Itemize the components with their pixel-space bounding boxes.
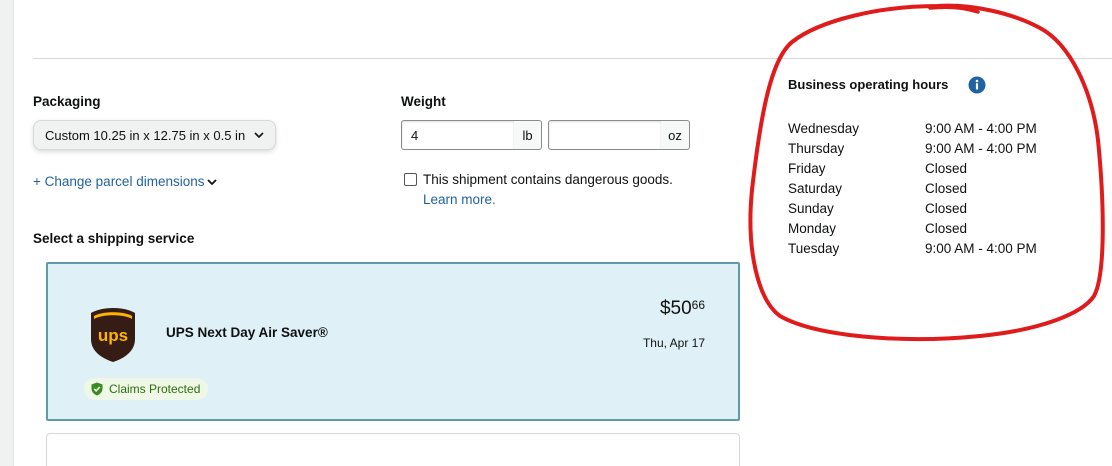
hours-value: Closed — [925, 220, 968, 236]
hours-day: Monday — [788, 220, 837, 236]
chevron-down-icon — [207, 178, 218, 185]
shipping-service-card[interactable] — [46, 433, 740, 466]
hours-day: Friday — [788, 160, 826, 176]
hours-day: Wednesday — [788, 120, 860, 136]
weight-lb-input[interactable]: 4 — [401, 120, 515, 150]
chevron-down-icon — [254, 132, 264, 139]
hours-value: 9:00 AM - 4:00 PM — [925, 240, 1037, 256]
hours-row: Wednesday 9:00 AM - 4:00 PM — [788, 118, 1065, 138]
claims-protected-badge: Claims Protected — [84, 378, 209, 400]
hours-row: Thursday 9:00 AM - 4:00 PM — [788, 138, 1065, 158]
hours-row: Monday Closed — [788, 218, 1065, 238]
hours-value: Closed — [925, 160, 968, 176]
hours-row: Tuesday 9:00 AM - 4:00 PM — [788, 238, 1065, 258]
hours-day: Saturday — [788, 180, 843, 196]
weight-oz-unit: oz — [661, 120, 690, 150]
change-parcel-dimensions-link[interactable]: + Change parcel dimensions — [33, 174, 218, 189]
hours-row: Sunday Closed — [788, 198, 1065, 218]
hours-value: 9:00 AM - 4:00 PM — [925, 140, 1037, 156]
packaging-select[interactable]: Custom 10.25 in x 12.75 in x 0.5 in — [33, 120, 276, 150]
service-price: $50 66 — [660, 298, 705, 320]
left-panel-edge — [0, 0, 14, 466]
service-name: UPS Next Day Air Saver® — [166, 325, 328, 340]
business-hours-title: Business operating hours — [788, 77, 949, 92]
price-cents: 66 — [691, 298, 705, 312]
svg-text:ups: ups — [98, 326, 128, 345]
hours-row: Saturday Closed — [788, 178, 1065, 198]
claims-protected-text: Claims Protected — [109, 382, 201, 396]
section-divider — [33, 58, 1112, 59]
shield-check-icon — [91, 382, 103, 396]
hours-value: Closed — [925, 200, 968, 216]
business-hours-table: Wednesday 9:00 AM - 4:00 PM Thursday 9:00 … — [788, 118, 1065, 258]
change-parcel-dimensions-text: + Change parcel dimensions — [33, 174, 205, 189]
hours-day: Thursday — [788, 140, 845, 156]
hours-row: Friday Closed — [788, 158, 1065, 178]
packaging-label: Packaging — [33, 94, 101, 109]
hours-value: 9:00 AM - 4:00 PM — [925, 120, 1037, 136]
dangerous-goods-checkbox[interactable] — [404, 173, 417, 186]
weight-label: Weight — [401, 94, 446, 109]
learn-more-link[interactable]: Learn more. — [423, 192, 496, 207]
dangerous-goods-label: This shipment contains dangerous goods. — [423, 172, 673, 187]
dangerous-goods-option: This shipment contains dangerous goods. — [404, 172, 673, 187]
packaging-select-value: Custom 10.25 in x 12.75 in x 0.5 in — [45, 127, 246, 143]
ups-logo-icon: ups — [91, 308, 135, 362]
hours-value: Closed — [925, 180, 968, 196]
info-icon[interactable] — [968, 76, 986, 94]
weight-lb-unit: lb — [514, 120, 542, 150]
price-dollars: $50 — [659, 298, 692, 319]
hours-day: Sunday — [788, 200, 834, 216]
weight-oz-input[interactable] — [548, 120, 662, 150]
shipping-service-card[interactable]: ups UPS Next Day Air Saver® $50 66 Thu, … — [46, 262, 740, 421]
hours-day: Tuesday — [788, 240, 840, 256]
delivery-date: Thu, Apr 17 — [642, 336, 705, 350]
select-shipping-service-label: Select a shipping service — [33, 231, 195, 246]
